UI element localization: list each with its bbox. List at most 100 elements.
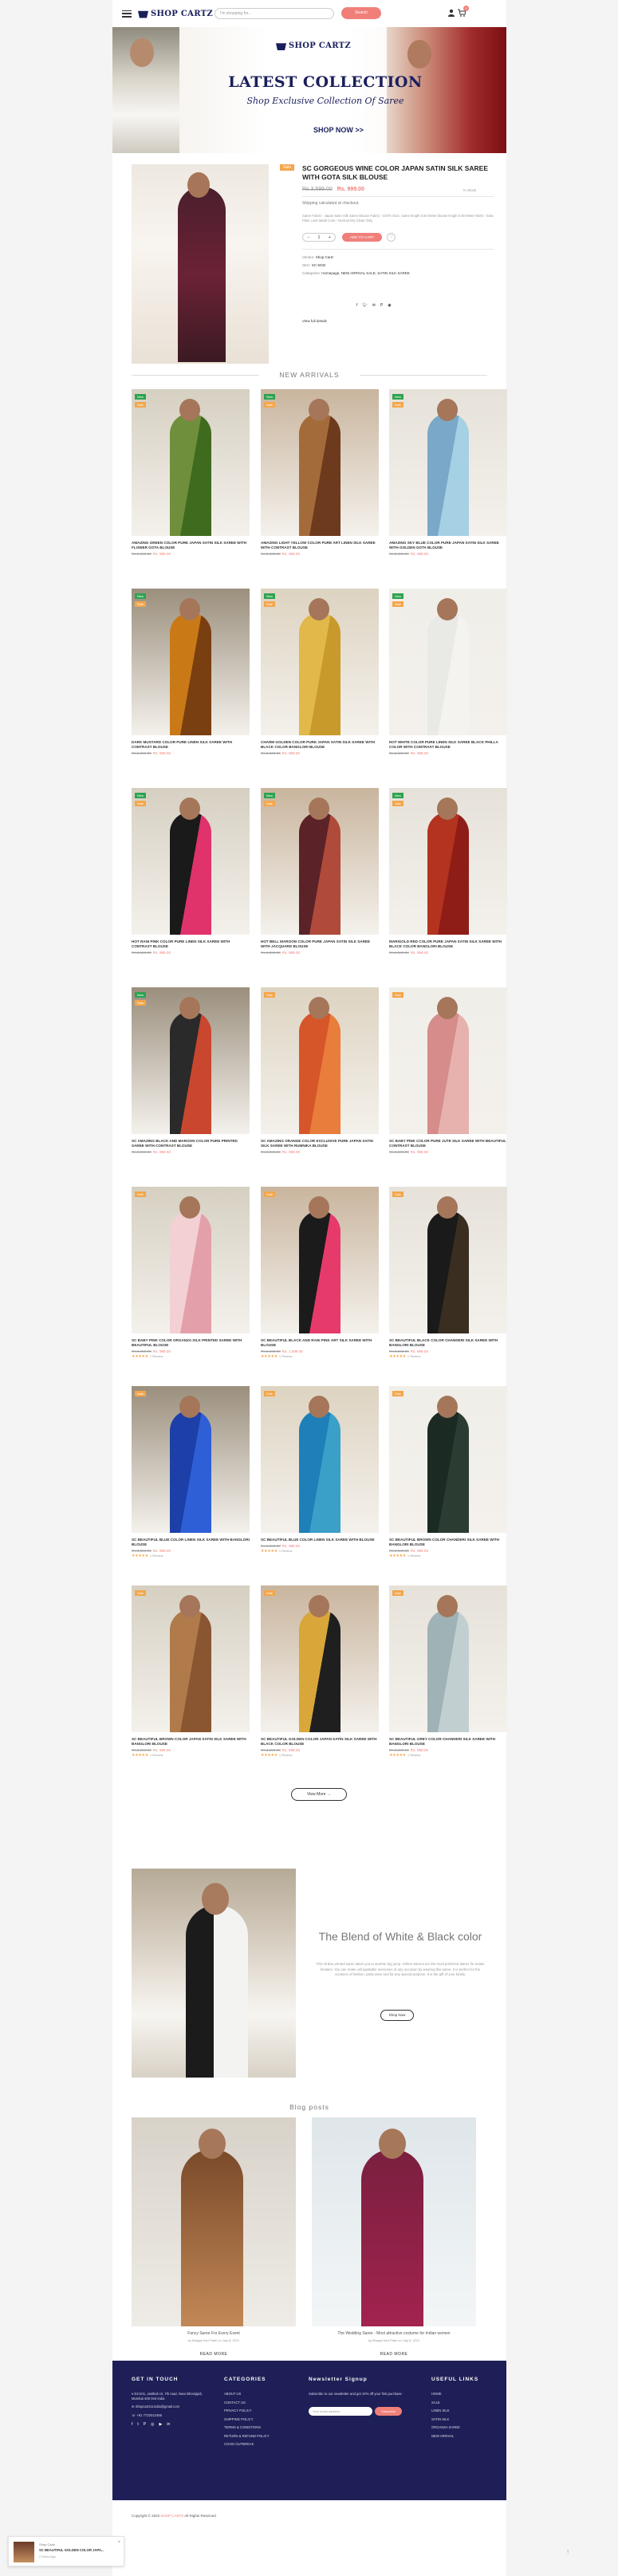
product-card[interactable]: Sale Sc Beautiful Blue Color Linen Silk S… — [261, 1386, 379, 1554]
close-icon[interactable]: × — [117, 2540, 120, 2545]
product-card[interactable]: Sale Sc Amazing Orange Color Exclusive Pu… — [261, 987, 379, 1154]
product-card[interactable]: New Sale Marigold Red Color Pure Japan Sat… — [389, 788, 507, 955]
product-name[interactable]: Sc Beautiful Blue Color Linen Silk Saree… — [132, 1538, 250, 1547]
product-image[interactable]: Sale — [261, 1585, 379, 1732]
pinterest-icon[interactable]: P — [144, 2422, 146, 2427]
product-image[interactable]: New Sale — [389, 589, 507, 735]
product-name[interactable]: Sc Baby Pink Color Pure Jute Silk Saree … — [389, 1139, 507, 1148]
promo-shop-now-button[interactable]: Shop Now — [380, 2010, 414, 2021]
footer-category-link[interactable]: COVID OUTBREAK — [224, 2442, 296, 2447]
product-name[interactable]: Sc Amazing Orange Color Exclusive Pure J… — [261, 1139, 379, 1148]
product-image[interactable]: New Sale — [261, 589, 379, 735]
blog-post-image[interactable] — [312, 2117, 476, 2326]
product-name[interactable]: Charm Golden Color Pure Japan Satin Silk… — [261, 740, 379, 750]
product-name[interactable]: Sc Beautiful Grey Color Chanderi Silk Sa… — [389, 1737, 507, 1747]
product-image[interactable]: New Sale — [132, 589, 250, 735]
recent-purchase-popup[interactable]: Shop Cartz SC BEAUTIFUL GOLDEN COLOR JAP… — [8, 2536, 124, 2566]
footer-useful-link[interactable]: LINEN SILK — [431, 2409, 495, 2413]
hero-banner[interactable]: SHOP CARTZ LATEST COLLECTION Shop Exclus… — [112, 27, 506, 153]
newsletter-email-input[interactable]: Your email address — [309, 2406, 372, 2416]
product-name[interactable]: Hot Bell Maroon Color Pure Japan Satin S… — [261, 939, 379, 949]
read-more-link[interactable]: READ MORE — [312, 2352, 476, 2357]
product-image[interactable]: Sale — [132, 1386, 250, 1533]
blog-post-title[interactable]: The Wedding Saree - Most attractive cost… — [312, 2331, 476, 2336]
twitter-icon[interactable]: t — [137, 2422, 138, 2427]
blog-post-title[interactable]: Fancy Saree For Every Event — [132, 2331, 296, 2336]
footer-useful-link[interactable]: SATIN SILK — [431, 2417, 495, 2422]
product-card[interactable]: New Sale Amazing Green Color Pure Japan Sa… — [132, 389, 250, 556]
product-card[interactable]: Sale Sc Beautiful Black Color Chanderi Si… — [389, 1187, 507, 1359]
promo-image[interactable] — [132, 1869, 296, 2078]
blog-post-card[interactable]: The Wedding Saree - Most attractive cost… — [312, 2117, 476, 2357]
user-icon[interactable] — [447, 9, 455, 17]
footer-category-link[interactable]: CONTACT US — [224, 2401, 296, 2405]
subscribe-button[interactable]: Subscribe — [375, 2406, 402, 2416]
view-more-button[interactable]: View More → — [291, 1788, 347, 1801]
product-image[interactable]: New Sale — [261, 788, 379, 935]
product-card[interactable]: New Sale Amazing Light Yellow Color Pure A… — [261, 389, 379, 556]
footer-category-link[interactable]: ABOUT US — [224, 2392, 296, 2397]
email-icon[interactable]: ✉ — [372, 303, 376, 308]
product-name[interactable]: Amazing Sky Blue Color Pure Japan Satin … — [389, 541, 507, 550]
product-name[interactable]: Amazing Light Yellow Color Pure Art Line… — [261, 541, 379, 550]
product-card[interactable]: Sale Sc Beautiful Blue Color Linen Silk S… — [132, 1386, 250, 1558]
search-button[interactable]: Search — [341, 7, 381, 19]
product-card[interactable]: Sale Sc Beautiful Brown Color Japan Satin… — [132, 1585, 250, 1758]
wishlist-heart-icon[interactable]: ♡ — [387, 233, 396, 242]
product-name[interactable]: Hot Rani Pink Color Pure Linen Silk Sare… — [132, 939, 250, 949]
product-image[interactable]: Sale — [389, 1585, 507, 1732]
footer-useful-link[interactable]: SALE — [431, 2401, 495, 2405]
product-card[interactable]: New Sale Dark Mustard Color Pure Linen Sil… — [132, 589, 250, 755]
product-name[interactable]: Sc Beautiful Brown Color Japan Satin Sil… — [132, 1737, 250, 1747]
footer-category-link[interactable]: TERMS & CONDITIONS — [224, 2425, 296, 2430]
add-to-cart-button[interactable]: ADD TO CART — [342, 233, 382, 242]
product-name[interactable]: Sc Beautiful Blue Color Linen Silk Saree… — [261, 1538, 379, 1542]
linkedin-icon[interactable]: in — [167, 2422, 170, 2427]
product-image[interactable]: New Sale — [132, 788, 250, 935]
product-image[interactable]: New Sale — [132, 987, 250, 1134]
pinterest-icon[interactable]: P — [380, 303, 383, 308]
product-name[interactable]: Dark Mustard Color Pure Linen Silk Saree… — [132, 740, 250, 750]
menu-icon[interactable] — [122, 10, 132, 18]
product-name[interactable]: Sc Beautiful Brown Color Chanderi Silk S… — [389, 1538, 507, 1547]
product-name[interactable]: Sc Beautiful Black Color Chanderi Silk S… — [389, 1338, 507, 1348]
twitter-icon[interactable]: 🐦︎ — [362, 303, 367, 308]
facebook-icon[interactable]: f — [356, 303, 357, 308]
product-image[interactable]: Sale — [389, 1386, 507, 1533]
minus-icon[interactable]: − — [307, 235, 309, 240]
read-more-link[interactable]: READ MORE — [132, 2352, 296, 2357]
footer-useful-link[interactable]: HOME — [431, 2392, 495, 2397]
product-name[interactable]: Hot White Color Pure Linen Silk Saree Bl… — [389, 740, 507, 750]
footer-useful-link[interactable]: ORGANZA SAREE — [431, 2425, 495, 2430]
blog-post-card[interactable]: Fancy Saree For Every Event by Bhagat Kar… — [132, 2117, 296, 2357]
product-image[interactable]: New Sale — [132, 389, 250, 536]
featured-product-image[interactable] — [132, 164, 269, 364]
product-card[interactable]: New Sale Hot Rani Pink Color Pure Linen Si… — [132, 788, 250, 955]
email-link[interactable]: ✉ Shopcartz11india@gmail.com — [132, 2405, 211, 2409]
product-image[interactable]: Sale — [261, 1187, 379, 1333]
product-name[interactable]: Sc Baby Pink Color Organza Silk Printed … — [132, 1338, 250, 1348]
quantity-stepper[interactable]: − 1 + — [302, 233, 336, 242]
product-name[interactable]: Amazing Green Color Pure Japan Satin Sil… — [132, 541, 250, 550]
search-input[interactable]: I'm shopping for... — [215, 8, 334, 19]
product-image[interactable]: Sale — [261, 987, 379, 1134]
product-card[interactable]: New Sale Hot White Color Pure Linen Silk S… — [389, 589, 507, 755]
product-card[interactable]: Sale Sc Beautiful Golden Color Japan Sati… — [261, 1585, 379, 1758]
blog-post-image[interactable] — [132, 2117, 296, 2326]
product-name[interactable]: Sc Beautiful Black And Rani Pink Art Sil… — [261, 1338, 379, 1348]
product-name[interactable]: Marigold Red Color Pure Japan Satin Silk… — [389, 939, 507, 949]
youtube-icon[interactable]: ▶ — [159, 2422, 163, 2427]
instagram-icon[interactable]: ◎ — [151, 2422, 154, 2427]
product-card[interactable]: Sale Sc Baby Pink Color Organza Silk Prin… — [132, 1187, 250, 1359]
whatsapp-icon[interactable]: ◉ — [388, 303, 391, 308]
product-image[interactable]: Sale — [132, 1187, 250, 1333]
product-image[interactable]: New Sale — [389, 788, 507, 935]
product-card[interactable]: Sale Sc Beautiful Grey Color Chanderi Sil… — [389, 1585, 507, 1758]
product-card[interactable]: New Sale Sc Amazing Black And Maroon Color… — [132, 987, 250, 1154]
product-card[interactable]: New Sale Hot Bell Maroon Color Pure Japan … — [261, 788, 379, 955]
site-logo[interactable]: SHOP CARTZ — [138, 10, 213, 18]
product-card[interactable]: Sale Sc Beautiful Black And Rani Pink Art… — [261, 1187, 379, 1359]
footer-useful-link[interactable]: NEW ARRIVAL — [431, 2434, 495, 2439]
product-image[interactable]: Sale — [389, 1187, 507, 1333]
product-card[interactable]: Sale Sc Beautiful Brown Color Chanderi Si… — [389, 1386, 507, 1558]
